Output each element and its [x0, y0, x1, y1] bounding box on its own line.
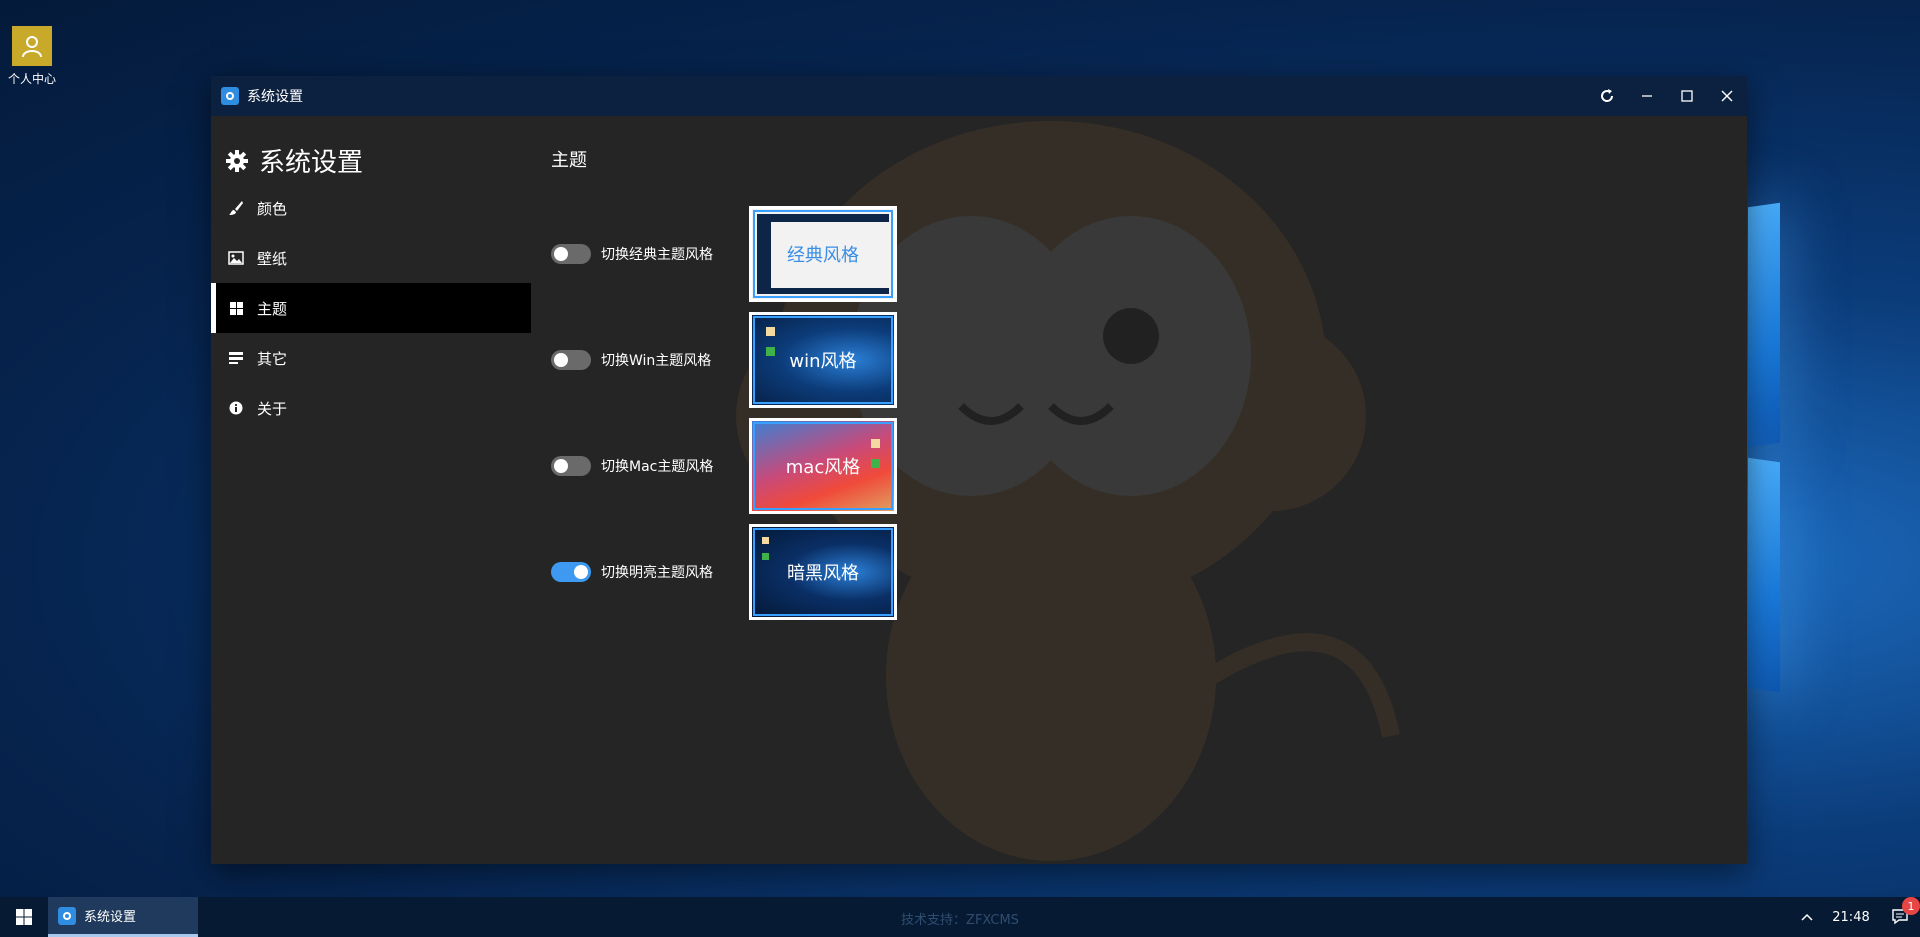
window-title: 系统设置 — [247, 89, 303, 105]
image-icon — [227, 251, 245, 265]
windows-icon — [227, 301, 245, 316]
win-theme-toggle[interactable] — [551, 350, 591, 370]
win-theme-preview[interactable]: win风格 — [749, 312, 897, 408]
notification-badge: 1 — [1902, 897, 1920, 915]
system-tray: 21:48 1 — [1792, 897, 1920, 937]
theme-row-win: 切换Win主题风格 win风格 — [551, 310, 897, 410]
dark-theme-preview[interactable]: 暗黑风格 — [749, 524, 897, 620]
clock[interactable]: 21:48 — [1822, 910, 1880, 925]
sidebar-item-label: 关于 — [257, 399, 288, 418]
refresh-icon — [1601, 89, 1614, 102]
sidebar-item-other[interactable]: 其它 — [211, 333, 531, 383]
sidebar-item-theme[interactable]: 主题 — [211, 283, 531, 333]
desktop-icon-label: 个人中心 — [8, 72, 57, 86]
classic-theme-toggle[interactable] — [551, 244, 591, 264]
theme-panel: 主题 切换经典主题风格 经典风格 切换Win主题风格 win风格 切换Mac主题… — [541, 116, 1747, 864]
close-button[interactable] — [1707, 76, 1747, 116]
desktop-wallpaper-pane — [1748, 457, 1780, 693]
close-icon — [1721, 90, 1733, 102]
theme-row-classic: 切换经典主题风格 经典风格 — [551, 204, 897, 304]
settings-window: 系统设置 系统设置 颜色 壁纸 主题 其它 关于 主题 切换经典主题风格 经典风… — [211, 76, 1747, 864]
section-title: 主题 — [551, 150, 587, 171]
maximize-icon — [1681, 90, 1693, 102]
theme-row-label: 切换Mac主题风格 — [601, 459, 714, 475]
mac-theme-preview[interactable]: mac风格 — [749, 418, 897, 514]
user-icon — [12, 26, 52, 66]
mac-theme-toggle[interactable] — [551, 456, 591, 476]
sidebar-item-color[interactable]: 颜色 — [211, 183, 531, 233]
classic-theme-preview[interactable]: 经典风格 — [749, 206, 897, 302]
list-icon — [227, 351, 245, 365]
maximize-button[interactable] — [1667, 76, 1707, 116]
theme-preview-label: mac风格 — [785, 457, 861, 478]
sidebar-title: 系统设置 — [259, 148, 364, 178]
theme-preview-label: win风格 — [789, 351, 857, 372]
brush-icon — [227, 200, 245, 216]
theme-preview-label: 经典风格 — [787, 245, 859, 266]
sidebar-item-label: 主题 — [257, 299, 288, 318]
window-titlebar[interactable]: 系统设置 — [211, 76, 1747, 116]
theme-row-mac: 切换Mac主题风格 mac风格 — [551, 416, 897, 516]
show-hidden-icons-button[interactable] — [1792, 910, 1822, 925]
desktop-wallpaper-pane — [1748, 202, 1780, 448]
minimize-icon — [1642, 95, 1652, 97]
window-controls — [1587, 76, 1747, 116]
bright-theme-toggle[interactable] — [551, 562, 591, 582]
desktop-icon-personal-center[interactable]: 个人中心 — [8, 26, 56, 87]
theme-preview-label: 暗黑风格 — [787, 563, 859, 584]
sidebar-item-label: 其它 — [257, 349, 288, 368]
notification-button[interactable]: 1 — [1880, 897, 1920, 937]
sidebar-item-label: 颜色 — [257, 199, 288, 218]
theme-row-label: 切换Win主题风格 — [601, 353, 712, 369]
window-content: 系统设置 颜色 壁纸 主题 其它 关于 主题 切换经典主题风格 经典风格 切换W… — [211, 116, 1747, 864]
theme-row-label: 切换明亮主题风格 — [601, 565, 713, 581]
sidebar-nav: 颜色 壁纸 主题 其它 关于 — [211, 183, 531, 433]
sidebar-header: 系统设置 — [225, 142, 363, 179]
support-text: 技术支持：ZFXCMS — [901, 913, 1019, 928]
sidebar-item-about[interactable]: 关于 — [211, 383, 531, 433]
minimize-button[interactable] — [1627, 76, 1667, 116]
info-icon — [227, 401, 245, 415]
chevron-up-icon — [1801, 913, 1813, 921]
theme-row-bright: 切换明亮主题风格 暗黑风格 — [551, 522, 897, 622]
sidebar-item-label: 壁纸 — [257, 249, 288, 268]
theme-row-label: 切换经典主题风格 — [601, 247, 713, 263]
settings-sidebar: 系统设置 颜色 壁纸 主题 其它 关于 — [211, 116, 531, 864]
taskbar: 系统设置 技术支持：ZFXCMS 21:48 1 — [0, 897, 1920, 937]
gear-icon — [226, 149, 248, 172]
settings-app-icon — [221, 87, 239, 105]
refresh-button[interactable] — [1587, 76, 1627, 116]
sidebar-item-wallpaper[interactable]: 壁纸 — [211, 233, 531, 283]
